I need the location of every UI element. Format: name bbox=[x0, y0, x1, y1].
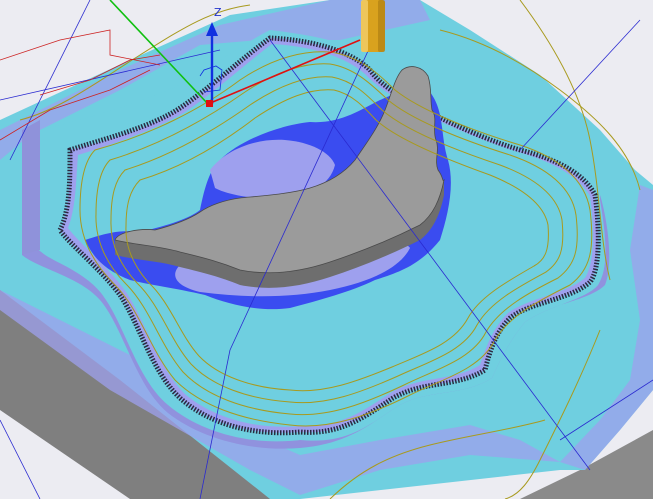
cam-3d-viewport[interactable]: Z bbox=[0, 0, 653, 499]
pocket-left-wall bbox=[22, 120, 40, 255]
end-mill-icon[interactable] bbox=[361, 0, 385, 52]
axis-z-label: Z bbox=[214, 6, 222, 19]
scene-svg: Z bbox=[0, 0, 653, 499]
